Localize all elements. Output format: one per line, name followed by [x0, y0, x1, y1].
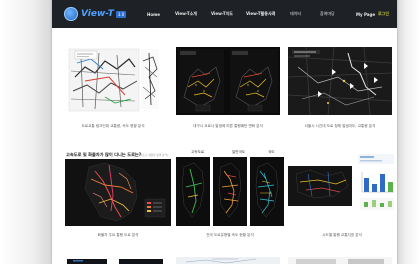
card-thumbnail: 고속도로 및 화물차가 많이 다니는 도로는? (고속도로 화물차 통행 분석) [65, 152, 171, 226]
logo-version-badge: 3.0 [115, 10, 127, 18]
nav-view-t-cases[interactable]: View-T활용사례 [246, 11, 275, 17]
site-logo[interactable]: View-T 3.0 [64, 7, 127, 21]
gallery-card-link-traffic[interactable]: 도로교통 링크단위 교통량, 속도 현황 분석 [65, 47, 161, 137]
card-thumbnail [67, 257, 163, 264]
gallery-card-row3-1[interactable] [67, 257, 163, 264]
map-label-expressway: 고속도로 [191, 150, 205, 154]
app-window: View-T 3.0 Home View-T소개 View-T지도 View-T… [52, 0, 397, 264]
nav-participation[interactable]: 참여마당 [320, 11, 335, 17]
card-caption: 시도별 통행 교통지표 분석 [322, 233, 362, 237]
gallery-card-row3-3[interactable] [288, 257, 392, 264]
card-thumbnail [288, 152, 396, 226]
card-thumbnail [176, 47, 280, 115]
nav-login[interactable]: 로그인 [378, 11, 389, 17]
card-caption: 서울시 시간대 도로 정체 발생지도, 교통량 분석 [304, 124, 376, 128]
top-navigation-bar: View-T 3.0 Home View-T소개 View-T지도 View-T… [52, 0, 397, 28]
map-label-local-road: 국도 [268, 150, 275, 154]
nav-data[interactable]: 데이터 [290, 11, 301, 17]
gallery-card-sido-indicators[interactable]: 시도별 통행 교통지표 분석 [288, 152, 396, 244]
card-thumbnail: 고속도로 일반국도 국도 [176, 150, 284, 226]
window-frame-right [397, 0, 419, 264]
card-thumbnail-title: 고속도로 및 화물차가 많이 다니는 도로는? [66, 152, 142, 157]
map-label-national-road: 일반국도 [232, 150, 246, 154]
gallery-card-seoul-congestion[interactable]: 서울시 시간대 도로 정체 발생지도, 교통량 분석 [288, 47, 392, 137]
card-thumbnail-subtitle: (고속도로 화물차 통행 분석) [137, 153, 168, 157]
card-caption: 전국 도로유형별 속도 현황 분석 [206, 233, 254, 237]
nav-home[interactable]: Home [147, 12, 160, 17]
nav-my-page[interactable]: My Page [356, 12, 375, 17]
card-caption: 도로교통 링크단위 교통량, 속도 현황 분석 [81, 124, 145, 128]
globe-logo-icon [64, 7, 78, 21]
card-thumbnail [65, 47, 161, 115]
nav-view-t-map[interactable]: View-T지도 [211, 11, 233, 17]
card-caption: 대구시 코로나 발생에 따른 통행패턴 변화 분석 [193, 124, 263, 128]
card-thumbnail [176, 257, 280, 264]
window-frame-left [0, 0, 52, 264]
gallery-card-daegu-covid[interactable]: 대구시 코로나 발생에 따른 통행패턴 변화 분석 [176, 47, 280, 137]
nav-view-t-intro[interactable]: View-T소개 [175, 11, 197, 17]
logo-text: View-T [81, 9, 114, 19]
card-thumbnail [288, 257, 392, 264]
card-caption: 화물차 주요 통행 도로 분석 [97, 233, 139, 237]
gallery-card-freight-roads[interactable]: 고속도로 및 화물차가 많이 다니는 도로는? (고속도로 화물차 통행 분석)… [65, 152, 171, 244]
gallery-card-row3-2[interactable] [176, 257, 280, 264]
card-thumbnail [288, 47, 392, 115]
gallery-card-road-type-speed[interactable]: 고속도로 일반국도 국도 전국 도로유형별 속도 현황 분석 [176, 150, 284, 244]
